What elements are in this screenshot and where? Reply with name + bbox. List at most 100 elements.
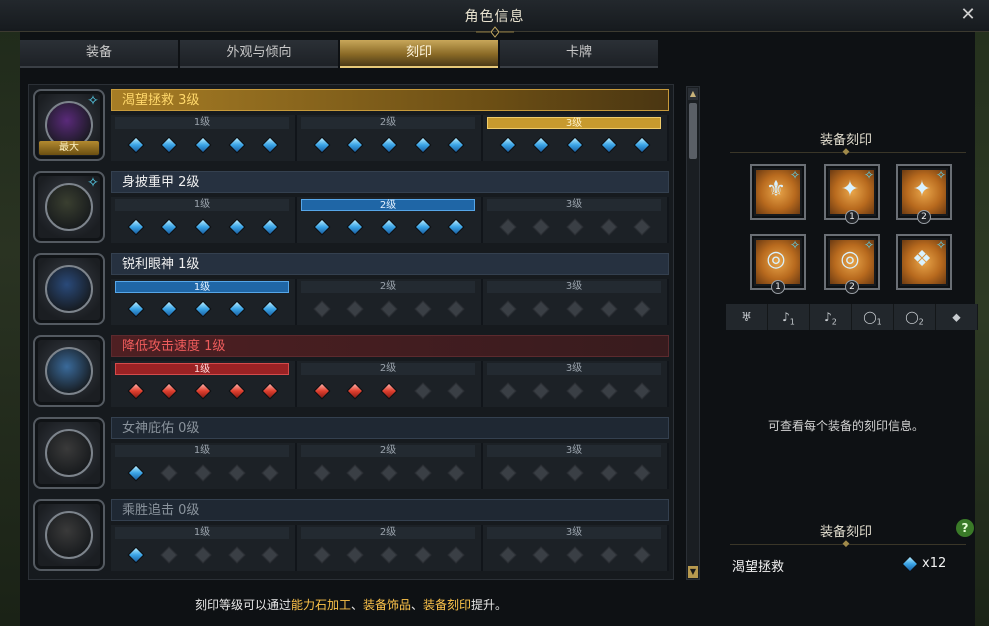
- tab-0[interactable]: 装备: [20, 40, 178, 68]
- empty-gem-icon: [313, 300, 331, 318]
- scroll-up-icon[interactable]: ▲: [688, 88, 698, 100]
- tab-2[interactable]: 刻印: [340, 40, 498, 68]
- type-glyph: ♪: [824, 310, 832, 324]
- equipment-slot[interactable]: ◎ ✧ 1: [750, 234, 806, 294]
- engraving-portrait-icon: ✧: [33, 171, 105, 243]
- close-icon[interactable]: ✕: [957, 4, 979, 26]
- type-glyph: ♪: [782, 310, 790, 324]
- earring-filter-icon[interactable]: ♪1: [768, 304, 810, 330]
- blue-gem-icon: [346, 218, 364, 236]
- empty-gem-icon: [414, 464, 432, 482]
- engraving-row[interactable]: 锐利眼神 1级 1级 2级 3级: [29, 249, 673, 329]
- engraving-row[interactable]: ✧ 身披重甲 2级 1级 2级 3级: [29, 167, 673, 247]
- empty-gem-icon: [346, 546, 364, 564]
- earring-icon: ✦: [840, 177, 860, 202]
- type-glyph: ♅: [741, 310, 752, 324]
- blue-gem-icon: [499, 136, 517, 154]
- necklace-filter-icon[interactable]: ♅: [726, 304, 768, 330]
- ring-filter-icon[interactable]: ◯2: [894, 304, 936, 330]
- empty-gem-icon: [499, 546, 517, 564]
- engraving-row[interactable]: 降低攻击速度 1级 1级 2级 3级: [29, 331, 673, 411]
- empty-gem-icon: [414, 300, 432, 318]
- empty-gem-icon: [194, 546, 212, 564]
- engraving-name: 乘胜追击 0级: [111, 499, 669, 521]
- engraving-row[interactable]: ✧ 最大 渴望拯救 3级 1级 2级 3级: [29, 85, 673, 165]
- level-label: 1级: [115, 363, 289, 375]
- equipment-slot[interactable]: ✦ ✧ 2: [896, 164, 952, 224]
- blue-gem-icon: [566, 136, 584, 154]
- tab-1[interactable]: 外观与倾向: [180, 40, 338, 68]
- empty-gem-icon: [447, 464, 465, 482]
- empty-gem-icon: [532, 218, 550, 236]
- empty-gem-icon: [566, 382, 584, 400]
- level-label: 1级: [115, 199, 289, 211]
- hint-separator: 、: [411, 598, 424, 612]
- gem-row: [119, 297, 287, 321]
- equipped-engraving-count: x12: [922, 556, 947, 571]
- level-label: 1级: [115, 117, 289, 129]
- engraving-row[interactable]: 女神庇佑 0级 1级 2级 3级: [29, 413, 673, 493]
- engraving-portrait-icon: [33, 253, 105, 325]
- equipped-engraving-title: 装备刻印: [819, 525, 872, 540]
- level-segment: 1级: [111, 525, 297, 571]
- empty-gem-icon: [380, 300, 398, 318]
- blue-gem-icon: [261, 300, 279, 318]
- empty-gem-icon: [346, 300, 364, 318]
- empty-gem-icon: [532, 546, 550, 564]
- empty-gem-icon: [600, 300, 618, 318]
- equipment-engraving-title: 装备刻印: [819, 133, 872, 148]
- engraving-badge-icon: ✧: [935, 238, 947, 252]
- scroll-down-icon[interactable]: ▼: [688, 566, 698, 578]
- earring-filter-icon[interactable]: ♪2: [810, 304, 852, 330]
- blue-gem-icon: [532, 136, 550, 154]
- gem-row: [305, 133, 473, 157]
- red-gem-icon: [194, 382, 212, 400]
- empty-gem-icon: [633, 218, 651, 236]
- gem-row: [491, 215, 659, 239]
- blue-gem-icon: [160, 136, 178, 154]
- scroll-thumb[interactable]: [689, 103, 697, 159]
- type-index: 1: [876, 317, 882, 327]
- engraving-levels: 1级 2级 3级: [111, 115, 669, 161]
- empty-gem-icon: [447, 382, 465, 400]
- help-icon[interactable]: ?: [956, 519, 974, 537]
- empty-gem-icon: [566, 464, 584, 482]
- empty-gem-icon: [380, 464, 398, 482]
- level-label: 3级: [487, 117, 661, 129]
- slot-number: 2: [845, 280, 859, 294]
- gem-row: [119, 215, 287, 239]
- empty-gem-icon: [633, 300, 651, 318]
- equipment-engraving-panel: 装备刻印 ◆ ⚜ ✧ ✦ ✧ 1 ✦ ✧ 2 ◎ ✧ 1 ◎ ✧ 2 ❖ ✧ ♅ ♪1 ♪2 ◯1 ◯2 ⬥ 可查看每个…: [716, 120, 978, 590]
- engraving-portrait-icon: [33, 335, 105, 407]
- level-label: 3级: [487, 199, 661, 211]
- empty-gem-icon: [447, 546, 465, 564]
- blue-gem-icon: [261, 218, 279, 236]
- engraving-row[interactable]: 乘胜追击 0级 1级 2级 3级: [29, 495, 673, 575]
- empty-gem-icon: [261, 546, 279, 564]
- title-ornament-icon: [476, 26, 514, 38]
- tab-3[interactable]: 卡牌: [500, 40, 658, 68]
- engraving-list: ✧ 最大 渴望拯救 3级 1级 2级 3级 ✧ 身披重甲 2级 1级 2级 3级 锐利眼神 1级 1级 2…: [28, 84, 674, 580]
- blue-gem-icon: [194, 218, 212, 236]
- empty-gem-icon: [313, 464, 331, 482]
- stone-filter-icon[interactable]: ⬥: [936, 304, 978, 330]
- type-index: 2: [918, 317, 924, 327]
- equipment-slot[interactable]: ✦ ✧ 1: [824, 164, 880, 224]
- empty-gem-icon: [499, 300, 517, 318]
- engraving-badge-icon: ✧: [935, 168, 947, 182]
- engraving-levels: 1级 2级 3级: [111, 361, 669, 407]
- ring-filter-icon[interactable]: ◯1: [852, 304, 894, 330]
- empty-gem-icon: [414, 546, 432, 564]
- red-gem-icon: [228, 382, 246, 400]
- scrollbar[interactable]: ▲ ▼: [686, 86, 700, 580]
- level-label: 3级: [487, 363, 661, 375]
- earring-icon: ✦: [912, 177, 932, 202]
- equipment-slot[interactable]: ❖ ✧: [896, 234, 952, 290]
- equipment-slot[interactable]: ⚜ ✧: [750, 164, 806, 220]
- blue-gem-icon: [127, 546, 145, 564]
- equipment-slot[interactable]: ◎ ✧ 2: [824, 234, 880, 294]
- blue-gem-icon: [633, 136, 651, 154]
- divider-ornament-icon: ◆: [842, 147, 850, 157]
- gem-row: [491, 461, 659, 485]
- engraving-name: 渴望拯救 3级: [111, 89, 669, 111]
